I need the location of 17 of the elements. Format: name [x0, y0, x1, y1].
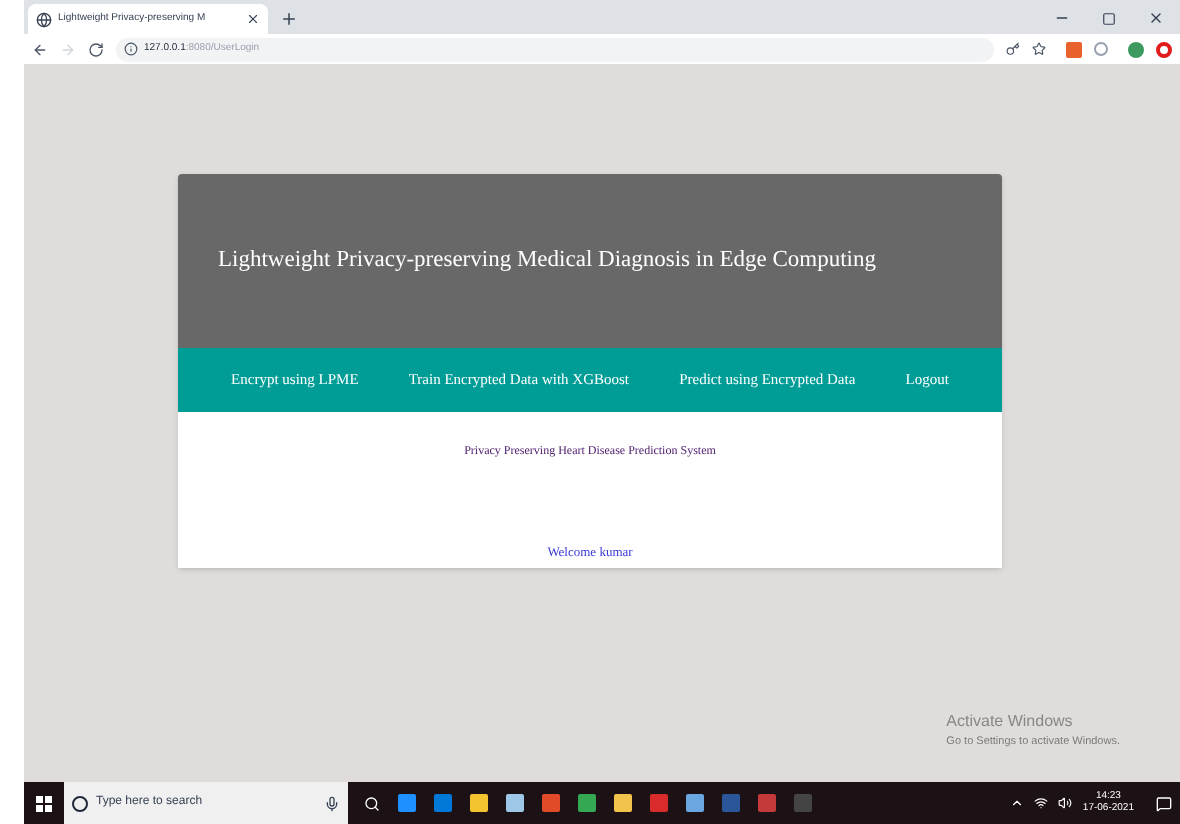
- profile-icon[interactable]: [1128, 41, 1144, 57]
- close-icon[interactable]: [1148, 10, 1164, 26]
- reload-icon[interactable]: [88, 41, 104, 57]
- globe-icon: [36, 11, 52, 27]
- info-icon: [124, 42, 138, 56]
- back-icon[interactable]: [32, 41, 48, 57]
- network-icon[interactable]: [1034, 796, 1049, 810]
- key-icon[interactable]: [1006, 42, 1020, 56]
- volume-icon[interactable]: [1058, 796, 1073, 810]
- close-tab-icon[interactable]: [246, 12, 260, 26]
- mic-icon[interactable]: [324, 795, 340, 811]
- star-icon[interactable]: [1032, 42, 1046, 56]
- activation-title: Activate Windows: [946, 709, 1075, 734]
- notification-icon[interactable]: [1156, 795, 1172, 811]
- maximize-icon[interactable]: [1102, 11, 1116, 25]
- page-title: Lightweight Privacy-preserving Medical Diagnosis in Edge Computing: [218, 245, 876, 276]
- new-tab-icon[interactable]: [280, 10, 298, 28]
